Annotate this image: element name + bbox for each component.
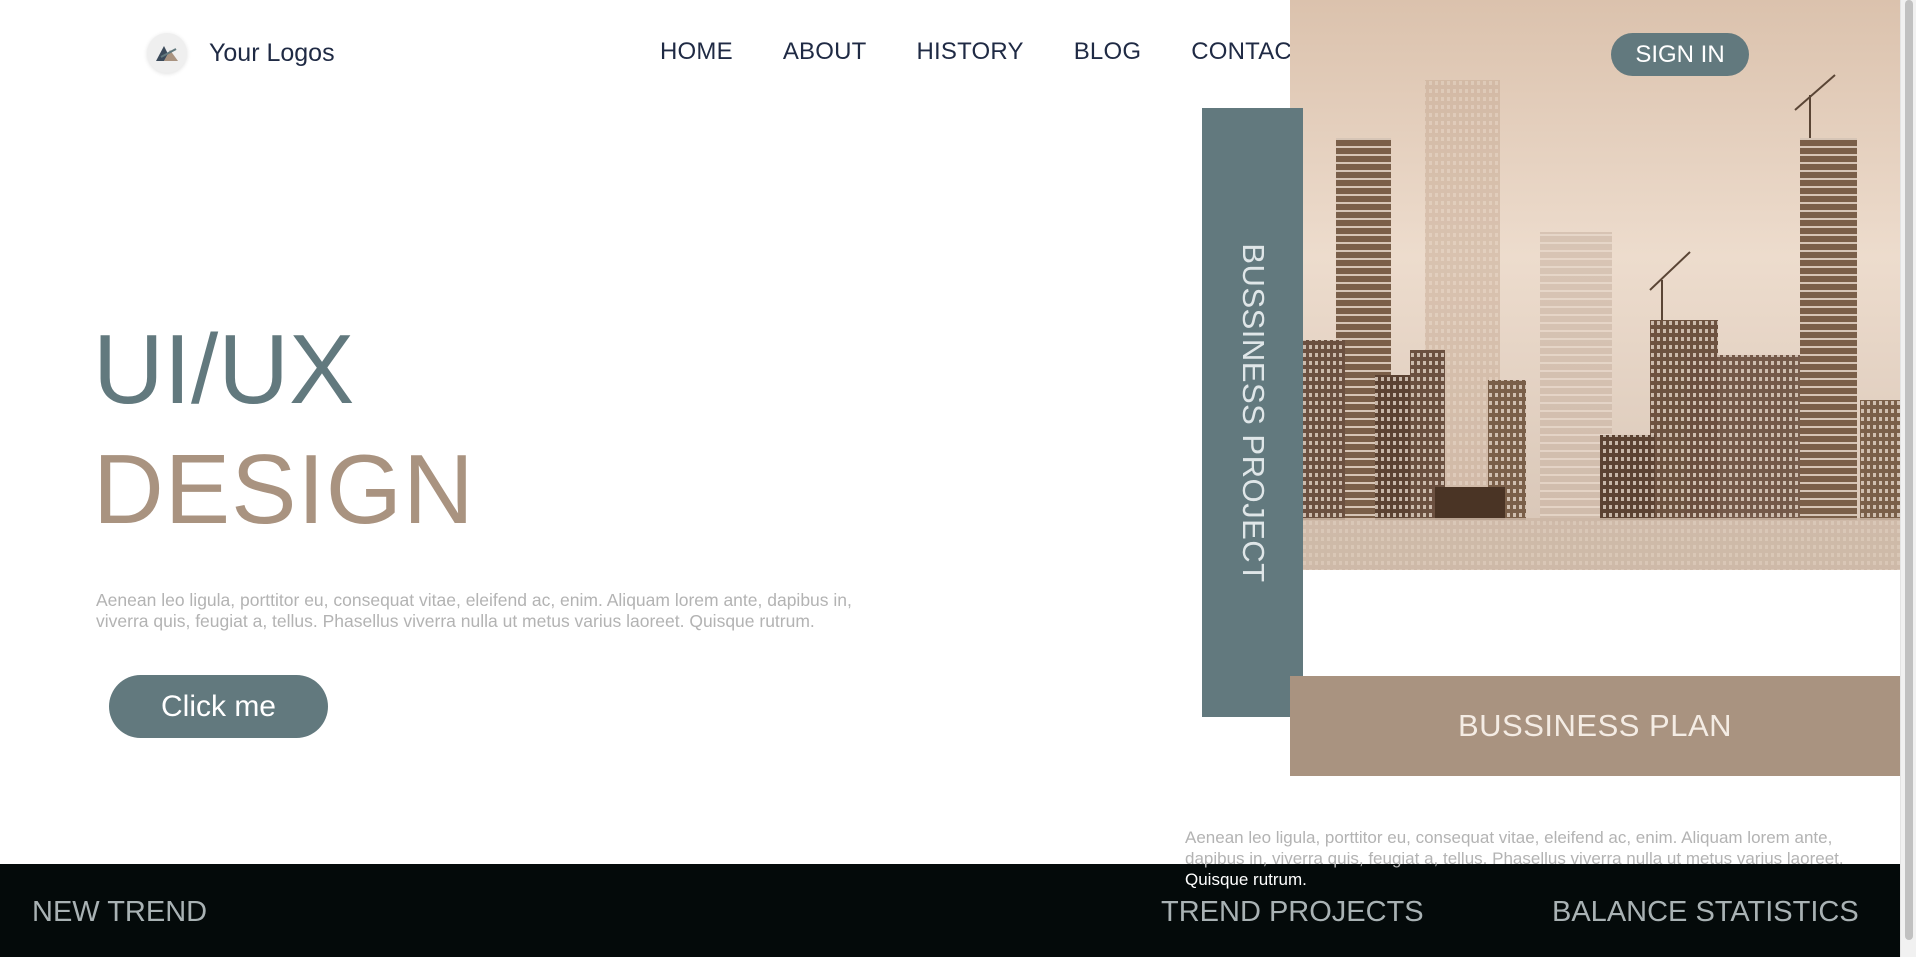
hero-description: Aenean leo ligula, porttitor eu, consequ… <box>96 590 852 631</box>
brand[interactable]: Your Logos <box>147 33 335 73</box>
business-project-panel: BUSSINESS PROJECT <box>1202 108 1303 717</box>
hero-title-line2: DESIGN <box>93 434 475 544</box>
business-plan-label: BUSSINESS PLAN <box>1457 708 1733 743</box>
nav-home[interactable]: HOME <box>660 38 733 66</box>
footer-trend-projects[interactable]: TREND PROJECTS <box>1161 896 1424 929</box>
hero-title-line1: UI/UX <box>93 314 355 424</box>
logo-icon <box>147 33 187 73</box>
scrollbar-thumb[interactable] <box>1905 0 1913 940</box>
footer-new-trend[interactable]: NEW TREND <box>32 896 207 929</box>
footer-balance-statistics[interactable]: BALANCE STATISTICS <box>1552 896 1859 929</box>
business-plan-panel[interactable]: BUSSINESS PLAN <box>1290 676 1900 776</box>
nav-about[interactable]: ABOUT <box>783 38 867 66</box>
click-me-button[interactable]: Click me <box>109 675 328 738</box>
signin-button[interactable]: SIGN IN <box>1611 33 1749 76</box>
logo-text: Your Logos <box>209 38 335 67</box>
page-scrollbar[interactable] <box>1900 0 1916 957</box>
side-description-main: Aenean leo ligula, porttitor eu, consequ… <box>1185 828 1844 868</box>
business-project-label: BUSSINESS PROJECT <box>1235 243 1271 583</box>
nav-history[interactable]: HISTORY <box>917 38 1024 66</box>
nav-blog[interactable]: BLOG <box>1074 38 1142 66</box>
city-skyline-image <box>1290 0 1900 570</box>
side-description-tail: Quisque rutrum. <box>1185 870 1307 889</box>
side-description: Aenean leo ligula, porttitor eu, consequ… <box>1185 827 1875 890</box>
main-nav: HOME ABOUT HISTORY BLOG CONTACT <box>660 38 1357 66</box>
